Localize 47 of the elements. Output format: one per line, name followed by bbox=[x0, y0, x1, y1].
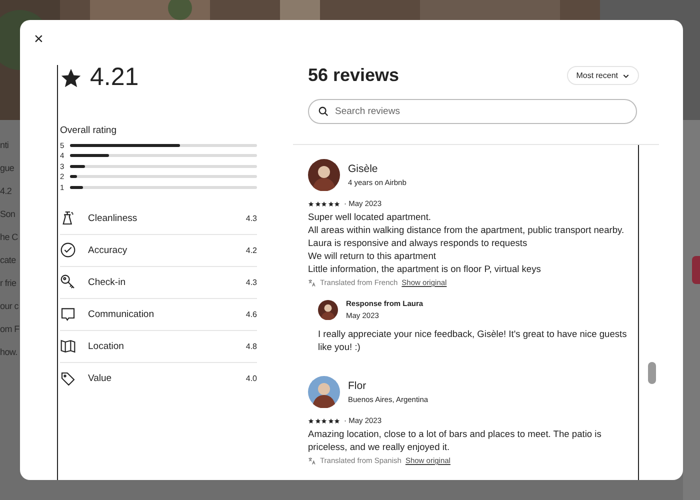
sort-dropdown[interactable]: Most recent bbox=[567, 66, 639, 85]
background-text: nti bbox=[0, 140, 10, 150]
category-score: 4.6 bbox=[246, 310, 257, 318]
close-button[interactable]: × bbox=[30, 30, 48, 50]
search-icon bbox=[318, 106, 329, 117]
background-text: our c bbox=[0, 301, 20, 311]
category-label: Accuracy bbox=[88, 244, 128, 256]
overall-score: 4.21 bbox=[90, 63, 139, 92]
review-text: Amazing location, close to a lot of bars and places to meet. The patio is priceless, and we really enjoyed it. bbox=[308, 428, 602, 454]
avatar bbox=[318, 300, 338, 320]
category-score: 4.2 bbox=[246, 246, 257, 254]
background-text: r frie bbox=[0, 278, 18, 288]
key-icon bbox=[60, 274, 76, 290]
star-icon bbox=[60, 66, 82, 88]
avatar bbox=[308, 159, 340, 191]
background-text: Son bbox=[0, 209, 16, 219]
category-score: 4.8 bbox=[246, 342, 257, 350]
review-text: Super well located apartment. All areas within walking distance from the apartment, public transport nearby. Laura is responsive and always responds to requests We will return to this apartment Little information, the apartment is on floor P, virtual keys bbox=[308, 211, 626, 276]
category-label: Check-in bbox=[88, 276, 126, 288]
category-score: 4.0 bbox=[246, 374, 257, 383]
background-text: 4.2 bbox=[0, 186, 13, 196]
reviewer-name: Flor bbox=[348, 380, 368, 392]
tag-icon bbox=[60, 370, 76, 386]
translate-icon bbox=[308, 456, 316, 464]
category-label: Communication bbox=[88, 308, 155, 320]
category-label: Value bbox=[88, 373, 113, 384]
background-text: om F bbox=[0, 324, 20, 334]
reviews-title: 56 reviews bbox=[308, 65, 400, 86]
category-score: 4.3 bbox=[246, 214, 257, 222]
check-circle-icon bbox=[60, 242, 76, 258]
map-icon bbox=[60, 338, 76, 354]
background-text: he C bbox=[0, 232, 19, 242]
scrollbar-thumb[interactable] bbox=[648, 362, 656, 384]
response-text: I really appreciate your nice feedback, Gisèle! It's great to have nice guests like you! :) bbox=[318, 328, 628, 354]
background-text: gue bbox=[0, 163, 16, 173]
search-field[interactable]: Search reviews bbox=[308, 99, 637, 124]
background-text: cate bbox=[0, 255, 17, 265]
background-text: how. bbox=[0, 347, 18, 357]
section-title: Overall rating bbox=[60, 125, 118, 136]
avatar bbox=[308, 376, 340, 408]
category-label: Cleanliness bbox=[88, 212, 138, 224]
chat-bubble-icon bbox=[60, 306, 76, 322]
category-score: 4.3 bbox=[246, 278, 257, 286]
reviewer-name: Gisèle bbox=[348, 163, 379, 175]
spray-bottle-icon bbox=[60, 210, 76, 226]
translate-icon bbox=[308, 278, 316, 286]
category-label: Location bbox=[88, 340, 125, 352]
